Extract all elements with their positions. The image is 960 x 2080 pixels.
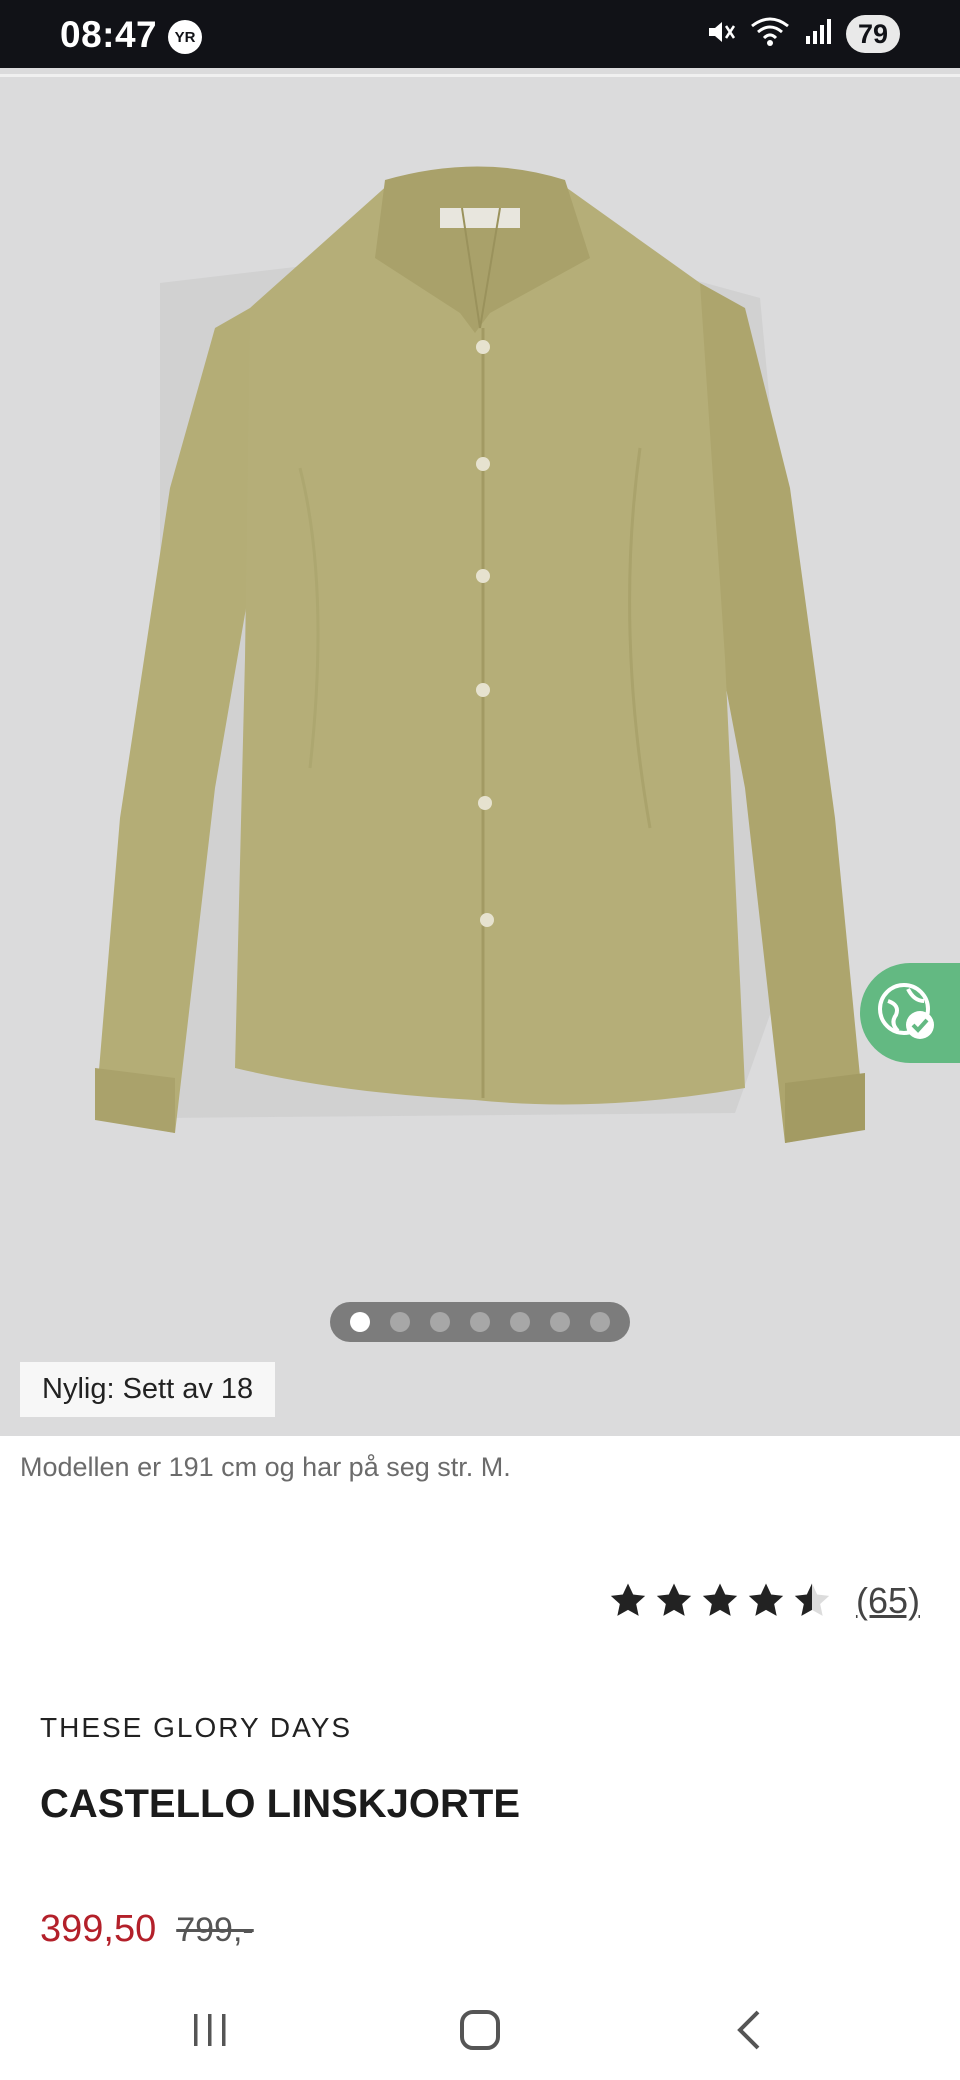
rating-stars bbox=[608, 1581, 832, 1621]
carousel-dot[interactable] bbox=[510, 1312, 530, 1332]
carousel-dot[interactable] bbox=[470, 1312, 490, 1332]
home-button[interactable] bbox=[440, 2000, 520, 2060]
model-info: Modellen er 191 cm og har på seg str. M. bbox=[20, 1452, 511, 1482]
signal-icon bbox=[804, 18, 832, 51]
battery-indicator: 79 bbox=[846, 15, 900, 53]
yr-app-icon: YR bbox=[168, 20, 202, 54]
product-image-carousel[interactable]: Nylig: Sett av 18 bbox=[0, 68, 960, 1436]
brand-name[interactable]: THESE GLORY DAYS bbox=[40, 1712, 352, 1744]
status-bar: 08:47 YR 79 bbox=[0, 0, 960, 68]
recently-viewed-tag: Nylig: Sett av 18 bbox=[20, 1362, 276, 1417]
star-icon bbox=[748, 1583, 784, 1616]
recents-icon bbox=[194, 2014, 226, 2046]
mute-icon bbox=[706, 17, 736, 52]
price: 399,50 799,- bbox=[40, 1908, 254, 1951]
carousel-dot[interactable] bbox=[350, 1312, 370, 1332]
back-button[interactable] bbox=[710, 2000, 790, 2060]
status-time: 08:47 bbox=[60, 14, 158, 55]
half-star-icon bbox=[794, 1583, 830, 1616]
system-nav-bar bbox=[0, 1980, 960, 2080]
star-icon bbox=[656, 1583, 692, 1616]
rating-count-link[interactable]: (65) bbox=[856, 1580, 920, 1622]
star-icon bbox=[702, 1583, 738, 1616]
star-icon bbox=[610, 1583, 646, 1616]
carousel-pagination[interactable] bbox=[330, 1302, 630, 1342]
status-icons: 79 bbox=[706, 14, 900, 54]
original-price: 799,- bbox=[176, 1911, 254, 1949]
carousel-dot[interactable] bbox=[590, 1312, 610, 1332]
home-icon bbox=[460, 2010, 500, 2050]
product-title: CASTELLO LINSKJORTE bbox=[40, 1782, 521, 1826]
carousel-dot[interactable] bbox=[390, 1312, 410, 1332]
product-photo bbox=[95, 166, 865, 1143]
sustainability-badge[interactable] bbox=[860, 963, 960, 1063]
back-icon bbox=[737, 2010, 760, 2050]
globe-check-icon bbox=[874, 979, 938, 1048]
rating[interactable]: (65) bbox=[608, 1580, 920, 1622]
carousel-dot[interactable] bbox=[430, 1312, 450, 1332]
carousel-dot[interactable] bbox=[550, 1312, 570, 1332]
recents-button[interactable] bbox=[170, 2000, 250, 2060]
sale-price: 399,50 bbox=[40, 1908, 157, 1950]
wifi-icon bbox=[750, 16, 790, 53]
